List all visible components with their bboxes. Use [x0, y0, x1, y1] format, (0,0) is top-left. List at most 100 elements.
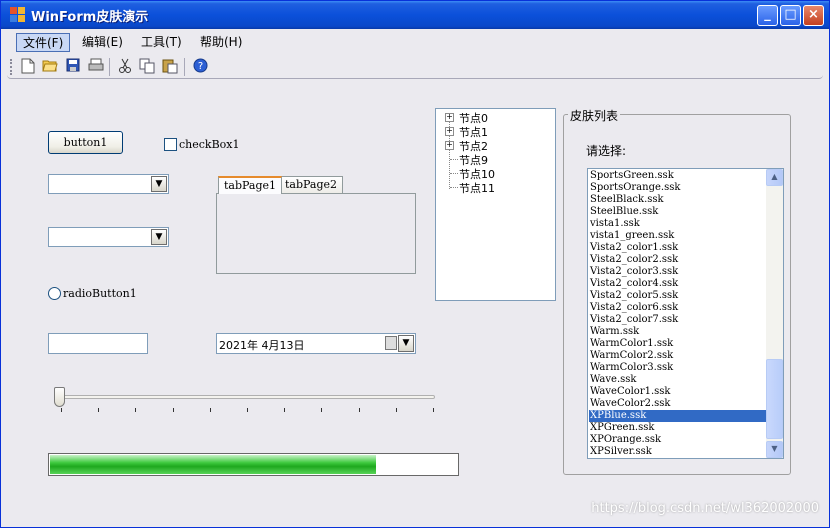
- tree-connector-line: [450, 173, 458, 174]
- list-item[interactable]: Warm.ssk: [589, 326, 766, 338]
- save-icon[interactable]: [64, 58, 82, 76]
- trackbar-tick: [135, 408, 136, 412]
- list-item[interactable]: Vista2_color3.ssk: [589, 266, 766, 278]
- combobox2[interactable]: ▼: [48, 227, 169, 247]
- tab-page1[interactable]: tabPage1: [218, 176, 283, 194]
- trackbar-tick: [359, 408, 360, 412]
- list-item[interactable]: vista1_green.ssk: [589, 230, 766, 242]
- close-button[interactable]: ×: [803, 5, 824, 26]
- tree-connector-line: [450, 187, 458, 188]
- textbox1[interactable]: [48, 333, 148, 354]
- open-folder-icon[interactable]: [41, 58, 59, 76]
- skin-prompt-label: 请选择:: [586, 144, 627, 158]
- print-icon[interactable]: [87, 58, 105, 76]
- title-bar[interactable]: WinForm皮肤演示 _ □ ×: [1, 1, 829, 29]
- date-value: 2021年 4月13日: [219, 339, 305, 352]
- menu-file[interactable]: 文件(F): [16, 33, 71, 52]
- maximize-button[interactable]: □: [780, 5, 801, 26]
- list-item[interactable]: Vista2_color7.ssk: [589, 314, 766, 326]
- toolbar-separator: [184, 58, 185, 76]
- trackbar-tick: [61, 408, 62, 412]
- trackbar-tick: [396, 408, 397, 412]
- list-item[interactable]: Vista2_color1.ssk: [589, 242, 766, 254]
- expand-icon[interactable]: +: [445, 141, 454, 150]
- toolbar-grip[interactable]: [10, 59, 13, 75]
- list-item[interactable]: Vista2_color2.ssk: [589, 254, 766, 266]
- list-item[interactable]: SportsOrange.ssk: [589, 182, 766, 194]
- checkbox1-box[interactable]: [164, 138, 177, 151]
- tree-node-label[interactable]: 节点11: [459, 180, 495, 196]
- trackbar-track[interactable]: [57, 395, 435, 399]
- radiobutton1-label[interactable]: radioButton1: [63, 287, 137, 300]
- trackbar-tick: [173, 408, 174, 412]
- scroll-down-icon[interactable]: ▼: [766, 441, 783, 458]
- chevron-down-icon[interactable]: ▼: [151, 176, 167, 192]
- list-item[interactable]: WaveColor1.ssk: [589, 386, 766, 398]
- tree-view[interactable]: + 节点0 + 节点1 + 节点2 节点9 节点10 节点11: [435, 108, 556, 301]
- list-item[interactable]: Vista2_color6.ssk: [589, 302, 766, 314]
- toolbar-separator: [109, 58, 110, 76]
- minimize-button[interactable]: _: [757, 5, 778, 26]
- list-item[interactable]: Vista2_color4.ssk: [589, 278, 766, 290]
- progress-bar: [48, 453, 459, 476]
- list-item[interactable]: XPGreen.ssk: [589, 422, 766, 434]
- trackbar-tick: [284, 408, 285, 412]
- tree-node[interactable]: 节点9: [436, 152, 555, 167]
- trackbar-tick: [247, 408, 248, 412]
- list-item[interactable]: Vista2_color5.ssk: [589, 290, 766, 302]
- tab-control: tabPage1 tabPage2: [216, 176, 416, 274]
- date-picker[interactable]: 2021年 4月13日 ▼: [216, 333, 416, 354]
- cut-icon[interactable]: [116, 58, 134, 76]
- trackbar-tick: [433, 408, 434, 412]
- chevron-down-icon[interactable]: ▼: [151, 229, 167, 245]
- chevron-down-icon[interactable]: ▼: [398, 335, 414, 352]
- trackbar-thumb[interactable]: [54, 387, 65, 407]
- help-icon[interactable]: ?: [191, 58, 209, 76]
- list-item[interactable]: WaveColor2.ssk: [589, 398, 766, 410]
- trackbar-tick: [98, 408, 99, 412]
- list-item[interactable]: Wave.ssk: [589, 374, 766, 386]
- menu-help[interactable]: 帮助(H): [194, 33, 248, 52]
- listbox-scrollbar[interactable]: ▲ ▼: [766, 169, 783, 458]
- list-item[interactable]: SportsGreen.ssk: [589, 170, 766, 182]
- list-item[interactable]: vista1.ssk: [589, 218, 766, 230]
- scrollbar-thumb[interactable]: [766, 359, 783, 439]
- list-item[interactable]: XPSilver.ssk: [589, 446, 766, 458]
- menu-bar: 文件(F) 编辑(E) 工具(T) 帮助(H): [1, 30, 829, 54]
- calendar-icon[interactable]: [385, 336, 397, 350]
- tree-node[interactable]: 节点11: [436, 180, 555, 196]
- skin-listbox[interactable]: SportsGreen.ssk SportsOrange.ssk SteelBlac…: [587, 168, 784, 459]
- new-file-icon[interactable]: [19, 58, 37, 76]
- button1[interactable]: button1: [48, 131, 123, 154]
- tree-node[interactable]: + 节点0: [436, 110, 555, 125]
- copy-icon[interactable]: [138, 58, 156, 76]
- list-item[interactable]: WarmColor1.ssk: [589, 338, 766, 350]
- list-item[interactable]: XPBlue.ssk: [589, 410, 766, 422]
- toolbar: ?: [7, 55, 823, 79]
- svg-text:?: ?: [197, 61, 202, 72]
- progress-fill: [50, 455, 376, 474]
- tab-page2[interactable]: tabPage2: [279, 176, 344, 194]
- list-item[interactable]: WarmColor2.ssk: [589, 350, 766, 362]
- menu-tools[interactable]: 工具(T): [135, 33, 188, 52]
- app-icon: [10, 7, 26, 23]
- list-item[interactable]: SteelBlue.ssk: [589, 206, 766, 218]
- expand-icon[interactable]: +: [445, 127, 454, 136]
- tree-node[interactable]: 节点10: [436, 166, 555, 181]
- combobox1[interactable]: ▼: [48, 174, 169, 194]
- list-item[interactable]: SteelBlack.ssk: [589, 194, 766, 206]
- menu-edit[interactable]: 编辑(E): [76, 33, 129, 52]
- scroll-up-icon[interactable]: ▲: [766, 169, 783, 186]
- trackbar-tick: [321, 408, 322, 412]
- tree-node[interactable]: + 节点2: [436, 138, 555, 153]
- tree-node[interactable]: + 节点1: [436, 124, 555, 139]
- list-item[interactable]: WarmColor3.ssk: [589, 362, 766, 374]
- checkbox1-label[interactable]: checkBox1: [179, 138, 240, 151]
- window-title: WinForm皮肤演示: [31, 10, 149, 25]
- radiobutton1-circle[interactable]: [48, 287, 61, 300]
- trackbar-tick: [210, 408, 211, 412]
- main-window: WinForm皮肤演示 _ □ × 文件(F) 编辑(E) 工具(T) 帮助(H…: [0, 0, 830, 528]
- paste-icon[interactable]: [161, 58, 179, 76]
- expand-icon[interactable]: +: [445, 113, 454, 122]
- list-item[interactable]: XPOrange.ssk: [589, 434, 766, 446]
